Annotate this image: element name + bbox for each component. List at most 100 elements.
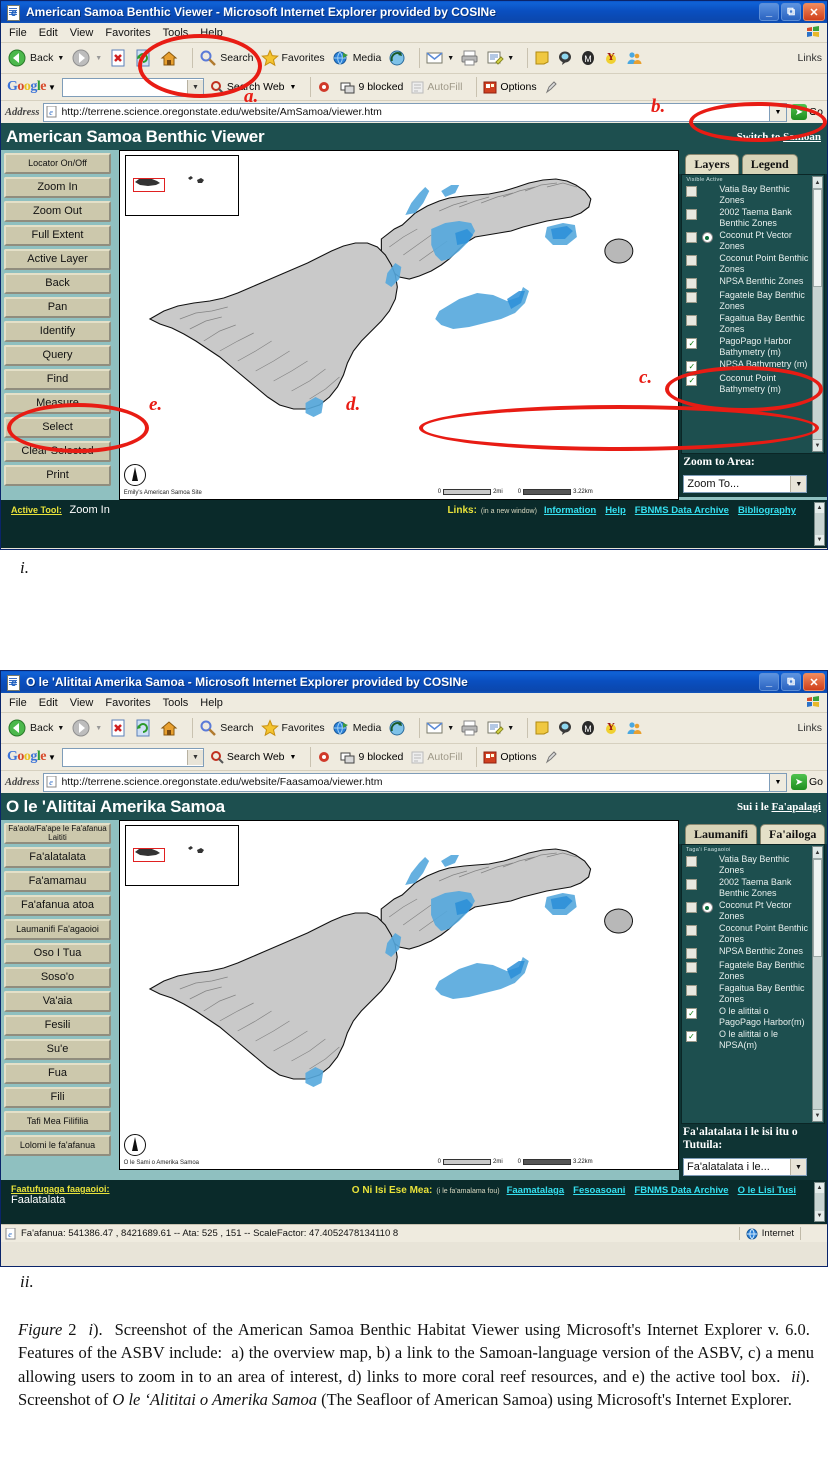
- tab-legend-1[interactable]: Legend: [741, 154, 798, 174]
- scrollbar-thumb[interactable]: [813, 189, 822, 287]
- tool-active-layer[interactable]: Active Layer: [4, 249, 111, 270]
- tool-print-2[interactable]: Lolomi le fa'afanua: [4, 1135, 111, 1156]
- tool-find-2[interactable]: Su'e: [4, 1039, 111, 1060]
- messenger-button-1[interactable]: [557, 50, 573, 66]
- chevron-down-icon[interactable]: ▼: [186, 749, 203, 765]
- layer-row-2-7[interactable]: ✓ O le alititai o PagoPago Harbor(m): [682, 1006, 824, 1029]
- layer-row-1-4[interactable]: NPSA Benthic Zones: [682, 276, 824, 290]
- tool-clear-selected[interactable]: Clear Selected: [4, 441, 111, 462]
- google-pencil-1[interactable]: [545, 80, 558, 94]
- address-input-2[interactable]: e http://terrene.science.oregonstate.edu…: [43, 772, 770, 792]
- restore-button-1[interactable]: ⧉: [781, 3, 801, 21]
- refresh-button-2[interactable]: [134, 719, 152, 737]
- refresh-button-1[interactable]: [134, 49, 152, 67]
- map-column-1[interactable]: Emily's American Samoa Site 0 2mi 0 3.22…: [118, 150, 680, 500]
- layer-visible-checkbox[interactable]: [686, 948, 697, 959]
- layer-visible-checkbox[interactable]: [686, 209, 698, 220]
- tool-identify[interactable]: Identify: [4, 321, 111, 342]
- layer-visible-checkbox[interactable]: ✓: [686, 1031, 697, 1042]
- links-label-2[interactable]: Links: [797, 722, 822, 734]
- chevron-down-icon[interactable]: ▼: [186, 79, 203, 95]
- address-dropdown-1[interactable]: ▼: [769, 102, 787, 122]
- google-options-1[interactable]: Options: [483, 81, 537, 94]
- search-button-2[interactable]: Search: [199, 719, 254, 737]
- layer-row-1-5[interactable]: Fagatele Bay Benthic Zones: [682, 290, 824, 313]
- minimize-button-2[interactable]: _: [759, 673, 779, 691]
- google-pencil-2[interactable]: [545, 750, 558, 764]
- menu-favorites[interactable]: Favorites: [105, 27, 150, 39]
- layer-visible-checkbox[interactable]: ✓: [686, 1008, 697, 1019]
- menu-edit-2[interactable]: Edit: [39, 697, 58, 709]
- tool-find[interactable]: Find: [4, 369, 111, 390]
- link-o-le-lisi-tusi[interactable]: O le Lisi Tusi: [738, 1185, 796, 1196]
- google-autofill-2[interactable]: AutoFill: [411, 751, 462, 764]
- favorites-button-2[interactable]: Favorites: [260, 719, 325, 737]
- go-button-1[interactable]: ➤ Go: [790, 104, 823, 120]
- messenger-button-2[interactable]: [557, 720, 573, 736]
- layer-list-scrollbar-1[interactable]: ▲ ▼: [812, 176, 823, 452]
- msn-button-2[interactable]: M: [580, 720, 596, 736]
- status-resize-grip[interactable]: [800, 1227, 827, 1240]
- tool-zoom-in[interactable]: Zoom In: [4, 177, 111, 198]
- layer-row-2-5[interactable]: Fagatele Bay Benthic Zones: [682, 960, 824, 983]
- layer-row-2-6[interactable]: Fagaitua Bay Benthic Zones: [682, 983, 824, 1006]
- go-button-2[interactable]: ➤ Go: [790, 774, 823, 790]
- page-scrollbar-2[interactable]: ▲ ▼: [814, 1182, 825, 1222]
- msn-button-1[interactable]: M: [580, 50, 596, 66]
- link-fbnms-data-archive[interactable]: FBNMS Data Archive: [635, 505, 729, 516]
- google-search-input-2[interactable]: ▼: [61, 747, 204, 767]
- home-button-2[interactable]: [159, 719, 179, 737]
- menu-view[interactable]: View: [70, 27, 94, 39]
- tool-locator-onoff[interactable]: Locator On/Off: [4, 153, 111, 174]
- zoom-to-select-2[interactable]: Fa'alatalata i le... ▼: [683, 1158, 807, 1176]
- layer-row-1-8[interactable]: ✓ NPSA Bathymetry (m): [682, 359, 824, 373]
- tool-print[interactable]: Print: [4, 465, 111, 486]
- menu-file[interactable]: File: [9, 27, 27, 39]
- tool-zoom-in-2[interactable]: Fa'alatalata: [4, 847, 111, 868]
- tool-active-layer-2[interactable]: Laumanifi Fa'agaoioi: [4, 919, 111, 940]
- home-button-1[interactable]: [159, 49, 179, 67]
- layer-visible-checkbox[interactable]: [686, 985, 697, 996]
- search-button-1[interactable]: Search: [199, 49, 254, 67]
- menu-edit[interactable]: Edit: [39, 27, 58, 39]
- tool-full-extent[interactable]: Full Extent: [4, 225, 111, 246]
- layer-row-1-9[interactable]: ✓ Coconut Point Bathymetry (m): [682, 373, 824, 396]
- media-button-1[interactable]: Media: [332, 49, 381, 67]
- window-titlebar-1[interactable]: e American Samoa Benthic Viewer - Micros…: [1, 1, 827, 23]
- overview-map-2[interactable]: [124, 825, 239, 886]
- tool-locator-onoff-2[interactable]: Fa'aola/Fa'ape le Fa'afanua Laititi: [4, 823, 111, 844]
- layer-visible-checkbox[interactable]: [686, 856, 697, 867]
- media-button-2[interactable]: Media: [332, 719, 381, 737]
- stop-button-1[interactable]: [109, 49, 127, 67]
- notes-icon-button-1[interactable]: [534, 50, 550, 66]
- chevron-down-icon[interactable]: ▼: [790, 1159, 806, 1175]
- google-search-input-1[interactable]: ▼: [61, 77, 204, 97]
- layer-visible-checkbox[interactable]: [686, 315, 698, 326]
- menu-file-2[interactable]: File: [9, 697, 27, 709]
- tab-laumanifi[interactable]: Laumanifi: [685, 824, 758, 844]
- layer-visible-checkbox[interactable]: [686, 292, 698, 303]
- tool-select[interactable]: Select: [4, 417, 111, 438]
- google-pagerank-2[interactable]: [317, 750, 332, 764]
- link-faamatalaga[interactable]: Faamatalaga: [507, 1185, 565, 1196]
- tool-select-2[interactable]: Fili: [4, 1087, 111, 1108]
- switch-to-english-link[interactable]: Fa'apalagi: [771, 801, 821, 813]
- scroll-down-icon[interactable]: ▼: [815, 1211, 824, 1221]
- link-information[interactable]: Information: [544, 505, 596, 516]
- zoom-to-select-1[interactable]: Zoom To... ▼: [683, 475, 808, 493]
- chevron-down-icon[interactable]: ▼: [790, 476, 807, 492]
- restore-button-2[interactable]: ⧉: [781, 673, 801, 691]
- layer-row-1-1[interactable]: 2002 Taema Bank Benthic Zones: [682, 207, 824, 230]
- overview-map[interactable]: [124, 155, 239, 216]
- layer-visible-checkbox[interactable]: [686, 962, 697, 973]
- page-scrollbar-1[interactable]: ▲ ▼: [814, 502, 825, 546]
- layer-row-1-7[interactable]: ✓ PagoPago Harbor Bathymetry (m): [682, 336, 824, 359]
- tool-back-2[interactable]: Oso I Tua: [4, 943, 111, 964]
- edit-button-1[interactable]: ▼: [486, 50, 514, 66]
- forward-button-2[interactable]: ▼: [71, 718, 102, 738]
- layer-visible-checkbox[interactable]: [686, 255, 698, 266]
- map-canvas-2[interactable]: O le Sami o Amerika Samoa 0 2mi 0 3.22km: [119, 821, 678, 1169]
- layer-row-2-3[interactable]: Coconut Point Benthic Zones: [682, 923, 824, 946]
- tool-measure[interactable]: Measure: [4, 393, 111, 414]
- window-titlebar-2[interactable]: e O le 'Alititai Amerika Samoa - Microso…: [1, 671, 827, 693]
